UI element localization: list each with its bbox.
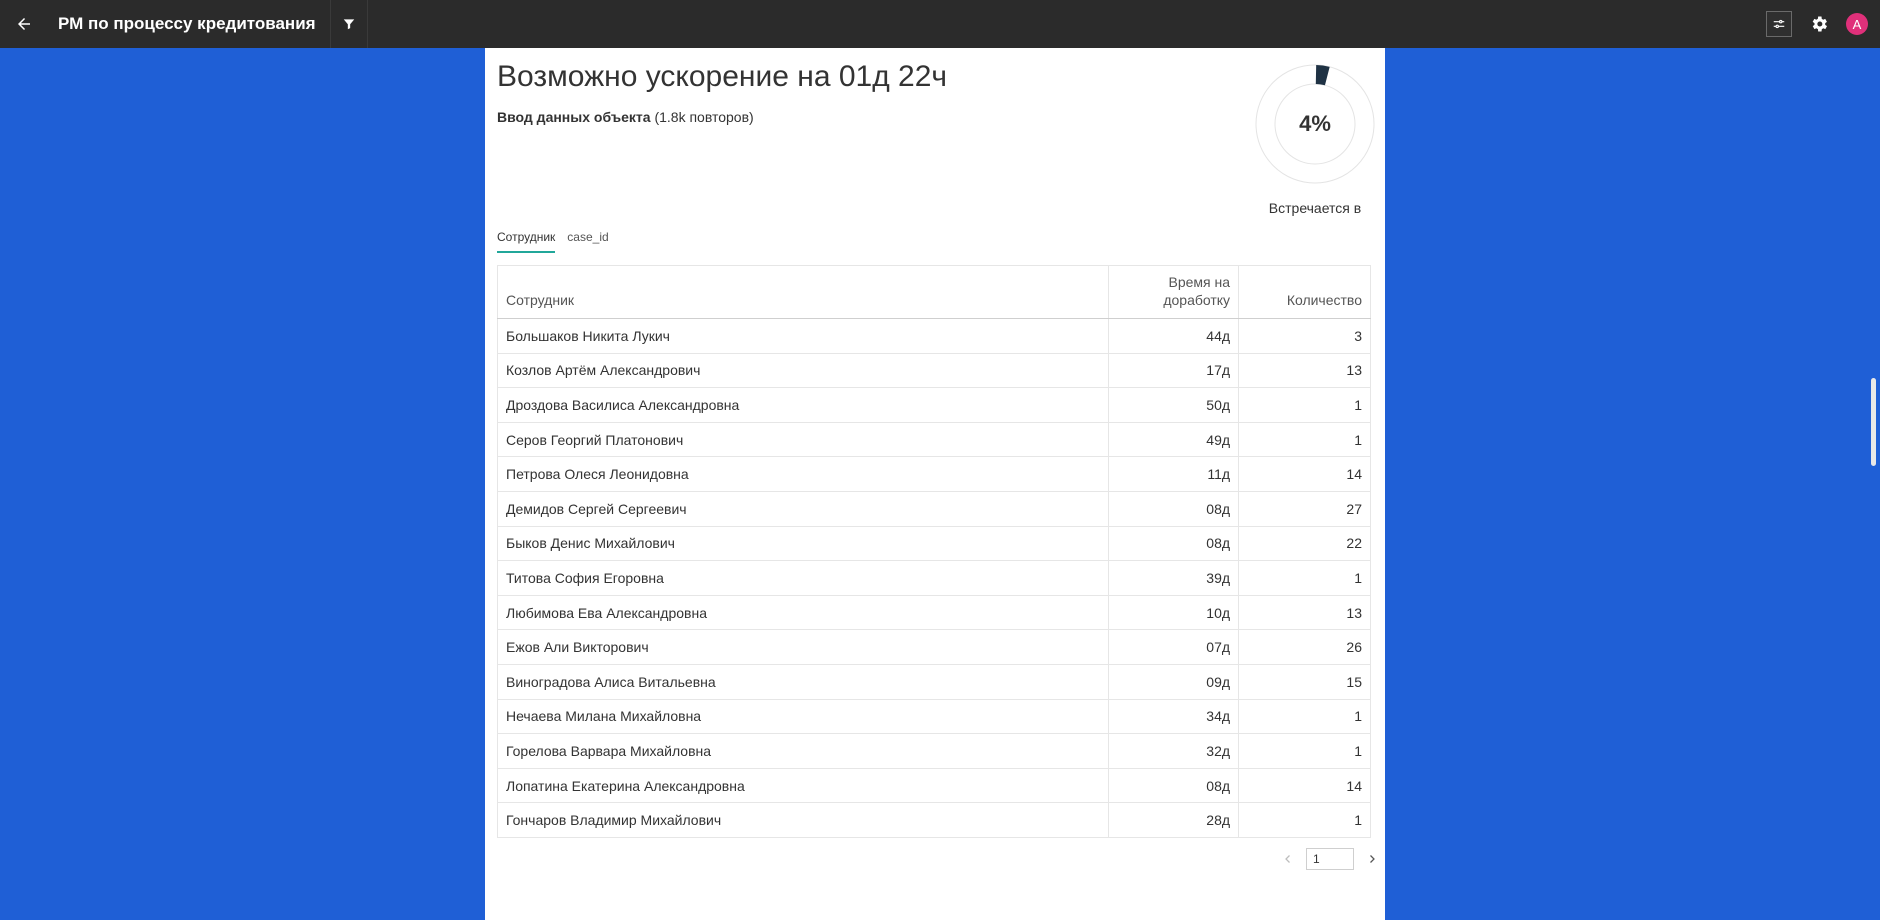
cell-rework-time: 34д: [1108, 698, 1240, 735]
cell-count: 1: [1238, 802, 1371, 838]
cell-employee: Титова София Егоровна: [496, 560, 1110, 596]
cell-count: 13: [1238, 594, 1371, 631]
cell-rework-time: 44д: [1108, 318, 1240, 354]
cell-employee: Виноградова Алиса Витальевна: [496, 663, 1110, 700]
cell-rework-time: 08д: [1108, 767, 1240, 804]
cell-employee: Горелова Варвара Михайловна: [496, 733, 1110, 769]
cell-rework-time: 11д: [1108, 456, 1240, 492]
table-row[interactable]: Быков Денис Михайлович 08д 22: [496, 525, 1371, 562]
table-row[interactable]: Козлов Артём Александрович 17д 13: [496, 352, 1371, 389]
avatar[interactable]: A: [1846, 13, 1868, 35]
column-header-employee[interactable]: Сотрудник: [496, 265, 1110, 319]
table-row[interactable]: Петрова Олеся Леонидовна 11д 14: [496, 456, 1371, 492]
cell-count: 14: [1238, 456, 1371, 492]
table-row[interactable]: Титова София Егоровна 39д 1: [496, 560, 1371, 596]
cell-employee: Гончаров Владимир Михайлович: [496, 802, 1110, 838]
cell-rework-time: 32д: [1108, 733, 1240, 769]
cell-employee: Большаков Никита Лукич: [496, 318, 1110, 354]
cell-count: 14: [1238, 767, 1371, 804]
cell-count: 1: [1238, 733, 1371, 769]
app-title: РМ по процессу кредитования: [58, 14, 316, 33]
cell-employee: Серов Георгий Платонович: [496, 421, 1110, 458]
tune-button[interactable]: [1766, 11, 1792, 37]
cell-rework-time: 08д: [1108, 490, 1240, 527]
repeat-count: (1.8k повторов): [654, 109, 754, 125]
table-row[interactable]: Виноградова Алиса Витальевна 09д 15: [496, 663, 1371, 700]
table-row[interactable]: Лопатина Екатерина Александровна 08д 14: [496, 767, 1371, 804]
cell-count: 22: [1238, 525, 1371, 562]
cell-employee: Любимова Ева Александровна: [496, 594, 1110, 631]
cell-rework-time: 49д: [1108, 421, 1240, 458]
employee-table: Сотрудник Время на доработку Количество …: [496, 265, 1371, 838]
sliders-icon: [1773, 19, 1785, 29]
back-button[interactable]: [0, 0, 48, 48]
chevron-right-icon: [1370, 855, 1375, 863]
gear-icon: [1812, 16, 1827, 32]
cell-rework-time: 10д: [1108, 594, 1240, 631]
filter-icon: [343, 19, 354, 30]
page-title: Возможно ускорение на 01д 22ч: [497, 60, 948, 93]
table-body: Большаков Никита Лукич 44д 3 Козлов Артём …: [496, 318, 1371, 838]
activity-name: Ввод данных объекта: [497, 109, 651, 125]
cell-rework-time: 09д: [1108, 663, 1240, 700]
table-header-row: Сотрудник Время на доработку Количество: [496, 265, 1371, 319]
cell-rework-time: 39д: [1108, 560, 1240, 596]
cell-count: 13: [1238, 352, 1371, 389]
filter-button[interactable]: [329, 0, 368, 48]
pagination: [1280, 848, 1380, 870]
table-row[interactable]: Гончаров Владимир Михайлович 28д 1: [496, 802, 1371, 838]
table-row[interactable]: Большаков Никита Лукич 44д 3: [496, 318, 1371, 354]
cell-count: 27: [1238, 490, 1371, 527]
column-header-rework-time[interactable]: Время на доработку: [1108, 265, 1240, 319]
tab-case-id[interactable]: case_id: [567, 228, 608, 253]
table-row[interactable]: Демидов Сергей Сергеевич 08д 27: [496, 490, 1371, 527]
top-bar: РМ по процессу кредитования A: [0, 0, 1880, 48]
cell-count: 1: [1238, 387, 1371, 423]
settings-button[interactable]: [1806, 11, 1832, 37]
cell-employee: Петрова Олеся Леонидовна: [496, 456, 1110, 492]
column-header-count[interactable]: Количество: [1238, 265, 1371, 319]
cell-count: 26: [1238, 629, 1371, 665]
table-row[interactable]: Дроздова Василиса Александровна 50д 1: [496, 387, 1371, 423]
chevron-left-icon: [1285, 855, 1290, 863]
cell-employee: Демидов Сергей Сергеевич: [496, 490, 1110, 527]
cell-rework-time: 07д: [1108, 629, 1240, 665]
donut-percent: 4%: [1299, 111, 1331, 136]
occurrence-donut: 4% Встречается в: [1250, 62, 1380, 216]
column-header-rework-time-line1: Время на: [1168, 274, 1231, 290]
table-row[interactable]: Серов Георгий Платонович 49д 1: [496, 421, 1371, 458]
cell-rework-time: 17д: [1108, 352, 1240, 389]
cell-employee: Нечаева Милана Михайловна: [496, 698, 1110, 735]
donut-caption: Встречается в: [1268, 200, 1362, 216]
cell-employee: Лопатина Екатерина Александровна: [496, 767, 1110, 804]
tab-employee[interactable]: Сотрудник: [497, 228, 556, 253]
top-bar-actions: A: [1766, 11, 1880, 37]
cell-count: 3: [1238, 318, 1371, 354]
main-card: Возможно ускорение на 01д 22ч Ввод данны…: [485, 48, 1385, 920]
tab-bar: Сотрудник case_id: [497, 228, 609, 253]
table-row[interactable]: Нечаева Милана Михайловна 34д 1: [496, 698, 1371, 735]
cell-count: 1: [1238, 698, 1371, 735]
cell-count: 1: [1238, 560, 1371, 596]
page-scrollbar-thumb[interactable]: [1871, 378, 1876, 466]
activity-summary: Ввод данных объекта (1.8k повторов): [497, 109, 754, 125]
table-row[interactable]: Ежов Али Викторович 07д 26: [496, 629, 1371, 665]
cell-count: 1: [1238, 421, 1371, 458]
page-number-input[interactable]: [1306, 848, 1354, 870]
cell-employee: Дроздова Василиса Александровна: [496, 387, 1110, 423]
next-page-button[interactable]: [1364, 851, 1380, 867]
cell-rework-time: 28д: [1108, 802, 1240, 838]
table-row[interactable]: Горелова Варвара Михайловна 32д 1: [496, 733, 1371, 769]
cell-count: 15: [1238, 663, 1371, 700]
cell-rework-time: 50д: [1108, 387, 1240, 423]
cell-employee: Козлов Артём Александрович: [496, 352, 1110, 389]
cell-rework-time: 08д: [1108, 525, 1240, 562]
arrow-left-icon: [18, 18, 30, 30]
cell-employee: Быков Денис Михайлович: [496, 525, 1110, 562]
prev-page-button[interactable]: [1280, 851, 1296, 867]
table-row[interactable]: Любимова Ева Александровна 10д 13: [496, 594, 1371, 631]
cell-employee: Ежов Али Викторович: [496, 629, 1110, 665]
column-header-rework-time-line2: доработку: [1163, 292, 1231, 308]
